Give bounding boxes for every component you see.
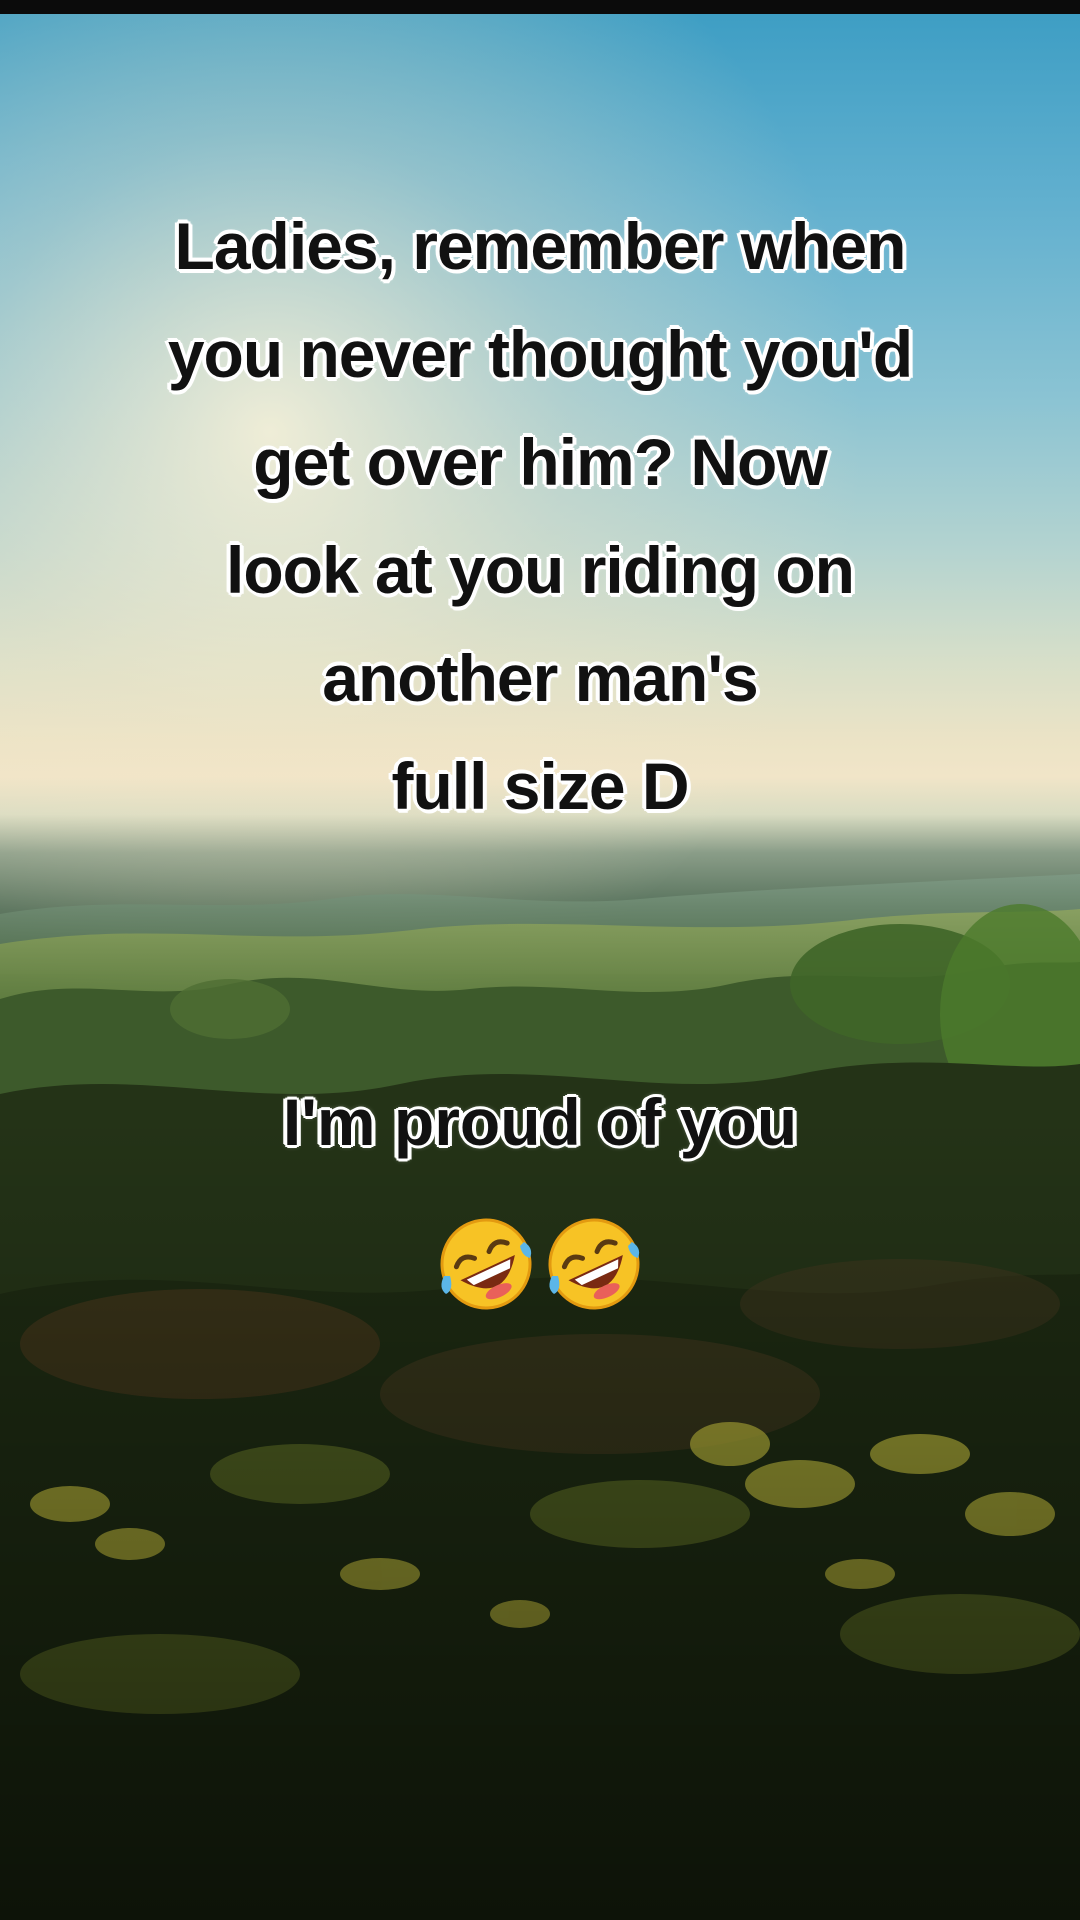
caption-subline: I'm proud of you <box>282 1085 798 1159</box>
rolling-on-floor-laughing-emoji-icon <box>548 1218 640 1310</box>
caption-line: Ladies, remember when <box>174 209 907 283</box>
caption-main: Ladies, remember when you never thought … <box>20 192 1060 840</box>
caption-line: full size D <box>391 749 689 823</box>
caption-line: you never thought you'd <box>167 317 913 391</box>
rolling-on-floor-laughing-emoji-icon <box>440 1218 532 1310</box>
caption-line: get over him? Now <box>253 425 827 499</box>
status-bar <box>0 0 1080 14</box>
caption-line: look at you riding on <box>226 533 855 607</box>
caption-line: another man's <box>322 641 758 715</box>
emoji-row <box>0 1214 1080 1324</box>
video-frame[interactable]: Ladies, remember when you never thought … <box>0 0 1080 1920</box>
